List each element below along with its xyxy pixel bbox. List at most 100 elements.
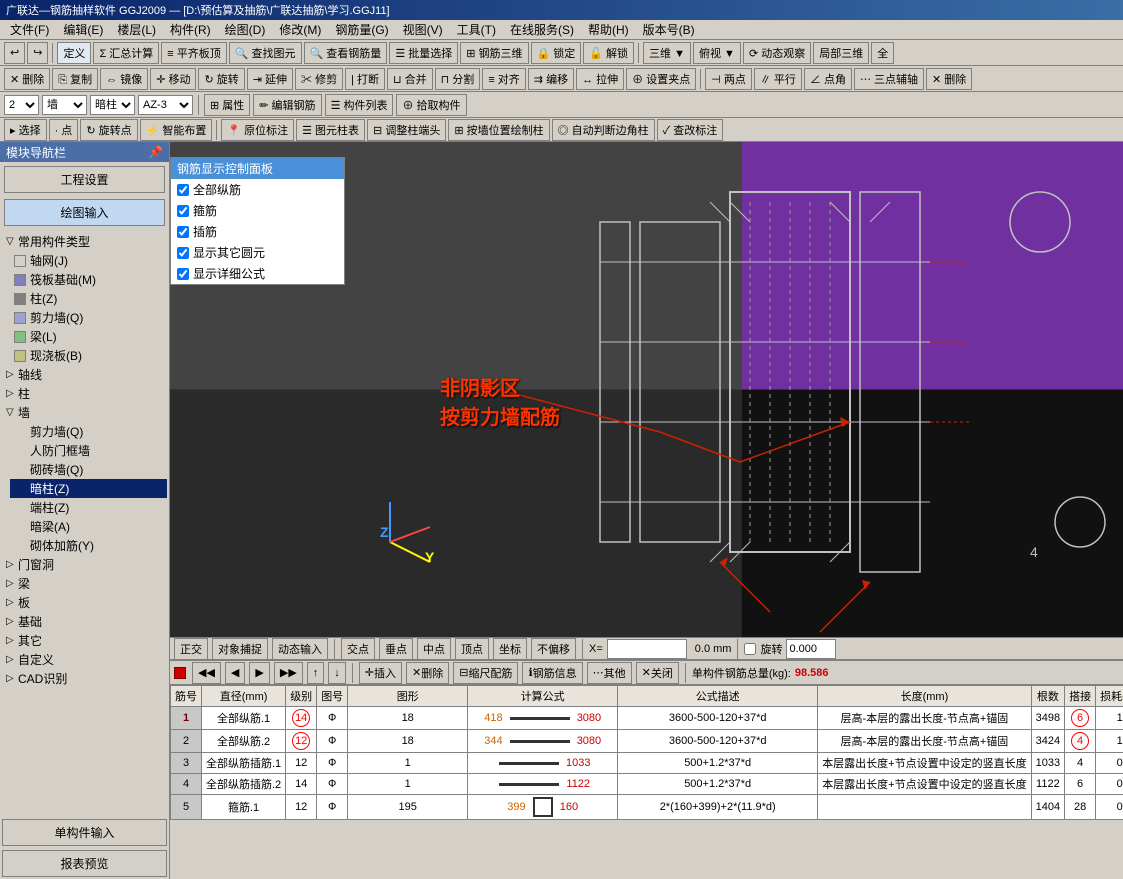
btn-nav-up[interactable]: ↑ — [307, 662, 325, 684]
menu-edit[interactable]: 编辑(E) — [57, 20, 109, 39]
btn-eng-settings[interactable]: 工程设置 — [4, 166, 165, 193]
sidebar-pin-icon[interactable]: 📌 — [148, 145, 163, 159]
btn-insert-row[interactable]: ✛ 插入 — [359, 662, 402, 684]
btn-setgrip[interactable]: ⊕ 设置夹点 — [626, 68, 696, 90]
sidebar-item-darkcol[interactable]: 暗柱(Z) — [10, 479, 167, 498]
menu-modify[interactable]: 修改(M) — [273, 20, 327, 39]
btn-coltable[interactable]: ☰ 图元柱表 — [296, 119, 365, 141]
menu-help[interactable]: 帮助(H) — [582, 20, 635, 39]
btn-nav-down[interactable]: ↓ — [328, 662, 346, 684]
btn-3point[interactable]: ⋯ 三点辅轴 — [854, 68, 924, 90]
sidebar-item-col[interactable]: 柱(Z) — [10, 289, 167, 308]
btn-view[interactable]: 俯视 ▼ — [693, 42, 741, 64]
chk-all-longit[interactable] — [177, 184, 189, 196]
btn-rebar3d[interactable]: ⊞ 钢筋三维 — [460, 42, 528, 64]
comp-subtype-select[interactable]: 暗柱 — [90, 95, 135, 115]
btn-nav-next[interactable]: ▶ — [249, 662, 269, 684]
menu-view[interactable]: 视图(V) — [397, 20, 449, 39]
sidebar-item-axis[interactable]: 轴网(J) — [10, 251, 167, 270]
cad-viewport[interactable]: 4 Z Y — [170, 142, 1123, 637]
check-insert[interactable]: 插筋 — [171, 221, 344, 242]
btn-all[interactable]: 全 — [871, 42, 894, 64]
sidebar-item-darkbeam[interactable]: 暗梁(A) — [10, 517, 167, 536]
btn-checkmark[interactable]: ✓ 查改标注 — [657, 119, 724, 141]
btn-summary[interactable]: Σ 汇总计算 — [93, 42, 159, 64]
btn-dynamic[interactable]: ⟳ 动态观察 — [743, 42, 811, 64]
btn-stretch[interactable]: ↔ 拉伸 — [576, 68, 624, 90]
btn-report[interactable]: 报表预览 — [2, 850, 167, 877]
chk-stirrup[interactable] — [177, 205, 189, 217]
btn-split[interactable]: ⊓ 分割 — [435, 68, 481, 90]
table-row[interactable]: 5 箍筋.1 12 Ф 195 399 160 2*(160+399)+2*(1… — [171, 795, 1123, 820]
sidebar-item-beam2[interactable]: ▷ 梁 — [2, 574, 167, 593]
btn-nav-last[interactable]: ▶▶ — [274, 662, 303, 684]
btn-break[interactable]: | 打断 — [345, 68, 385, 90]
btn-single-comp[interactable]: 单构件输入 — [2, 819, 167, 846]
floor-select[interactable]: 2 — [4, 95, 39, 115]
btn-nooffset[interactable]: 不偏移 — [531, 638, 576, 660]
btn-smart[interactable]: ⚡ 智能布置 — [140, 119, 213, 141]
chk-insert[interactable] — [177, 226, 189, 238]
btn-origmark[interactable]: 📍 原位标注 — [221, 119, 294, 141]
sidebar-item-wallgrp[interactable]: ▽ 墙 — [2, 403, 167, 422]
sidebar-item-slab2[interactable]: ▷ 板 — [2, 593, 167, 612]
sidebar-item-foundation[interactable]: ▷ 基础 — [2, 612, 167, 631]
btn-batchselect[interactable]: ☰ 批量选择 — [389, 42, 458, 64]
table-row[interactable]: 1 全部纵筋.1 14 Ф 18 418 3080 3600-500-120+3… — [171, 707, 1123, 730]
btn-nav-first[interactable]: ◀◀ — [192, 662, 221, 684]
sidebar-item-colgrp[interactable]: ▷ 柱 — [2, 384, 167, 403]
btn-coordinate[interactable]: 坐标 — [493, 638, 527, 660]
sidebar-item-slab[interactable]: 现浇板(B) — [10, 346, 167, 365]
btn-midpoint[interactable]: 中点 — [417, 638, 451, 660]
btn-unlock[interactable]: 🔓 解锁 — [583, 42, 634, 64]
check-stirrup[interactable]: 箍筋 — [171, 200, 344, 221]
btn-delete-row[interactable]: ✕ 删除 — [406, 662, 449, 684]
sidebar-item-bomb[interactable]: 人防门框墙 — [10, 441, 167, 460]
btn-other[interactable]: ⋯ 其他 — [587, 662, 632, 684]
btn-autocorner[interactable]: ◎ 自动判断边角柱 — [552, 119, 655, 141]
btn-checkrebar[interactable]: 🔍 查看钢筋量 — [304, 42, 388, 64]
chk-formula[interactable] — [177, 268, 189, 280]
btn-ortho[interactable]: 正交 — [174, 638, 208, 660]
btn-undo[interactable]: ↩ — [4, 42, 25, 64]
btn-trim[interactable]: ✂ 修剪 — [295, 68, 343, 90]
btn-endpoint[interactable]: 顶点 — [455, 638, 489, 660]
table-row[interactable]: 3 全部纵筋插筋.1 12 Ф 1 1033 500+1.2*37*d 本层露出… — [171, 753, 1123, 774]
sidebar-item-endcol[interactable]: 端柱(Z) — [10, 498, 167, 517]
btn-scale-rebar[interactable]: ⊟ 缩尺配筋 — [453, 662, 518, 684]
btn-extend[interactable]: ⇥ 延伸 — [247, 68, 293, 90]
btn-rebar-info[interactable]: ℹ 钢筋信息 — [522, 662, 582, 684]
sidebar-item-shear[interactable]: 剪力墙(Q) — [10, 308, 167, 327]
sidebar-item-common[interactable]: ▽ 常用构件类型 — [2, 232, 167, 251]
rotate-input[interactable] — [786, 639, 836, 659]
btn-close-panel[interactable]: ✕ 关闭 — [636, 662, 679, 684]
sidebar-item-strip[interactable]: 筏板基础(M) — [10, 270, 167, 289]
btn-delete[interactable]: ✕ 删除 — [4, 68, 50, 90]
chk-other[interactable] — [177, 247, 189, 259]
comp-id-select[interactable]: AZ-3 — [138, 95, 193, 115]
btn-align[interactable]: ≡ 对齐 — [482, 68, 525, 90]
btn-vertical[interactable]: 垂点 — [379, 638, 413, 660]
rebar-panel-title[interactable]: 钢筋显示控制面板 — [171, 158, 344, 179]
btn-point[interactable]: · 点 — [49, 119, 79, 141]
btn-checkdraw[interactable]: 🔍 查找图元 — [229, 42, 302, 64]
sidebar-item-axisline[interactable]: ▷ 轴线 — [2, 365, 167, 384]
btn-offset[interactable]: ⇉ 编移 — [528, 68, 574, 90]
rotate-check[interactable] — [744, 643, 756, 655]
btn-objsnap[interactable]: 对象捕捉 — [212, 638, 268, 660]
btn-rotpt[interactable]: ↻ 旋转点 — [80, 119, 137, 141]
table-row[interactable]: 4 全部纵筋插筋.2 14 Ф 1 1122 500+1.2*37*d 本层露出… — [171, 774, 1123, 795]
btn-drawbywallpos[interactable]: ⊞ 按墙位置绘制柱 — [448, 119, 549, 141]
btn-flatroof[interactable]: ≡ 平齐板顶 — [161, 42, 226, 64]
sidebar-item-custom[interactable]: ▷ 自定义 — [2, 650, 167, 669]
btn-local3d[interactable]: 局部三维 — [813, 42, 869, 64]
table-row[interactable]: 2 全部纵筋.2 12 Ф 18 344 3080 3600-500-120+3… — [171, 730, 1123, 753]
btn-select[interactable]: ▸ 选择 — [4, 119, 47, 141]
btn-twopoint[interactable]: ⊣ 两点 — [705, 68, 752, 90]
btn-delaxis[interactable]: ✕ 删除 — [926, 68, 972, 90]
btn-parallel[interactable]: ∥ 平行 — [754, 68, 802, 90]
btn-comp-list[interactable]: ☰ 构件列表 — [325, 94, 394, 116]
btn-define[interactable]: 定义 — [57, 42, 91, 64]
menu-rebar-qty[interactable]: 钢筋量(G) — [329, 20, 394, 39]
menu-version[interactable]: 版本号(B) — [637, 20, 701, 39]
